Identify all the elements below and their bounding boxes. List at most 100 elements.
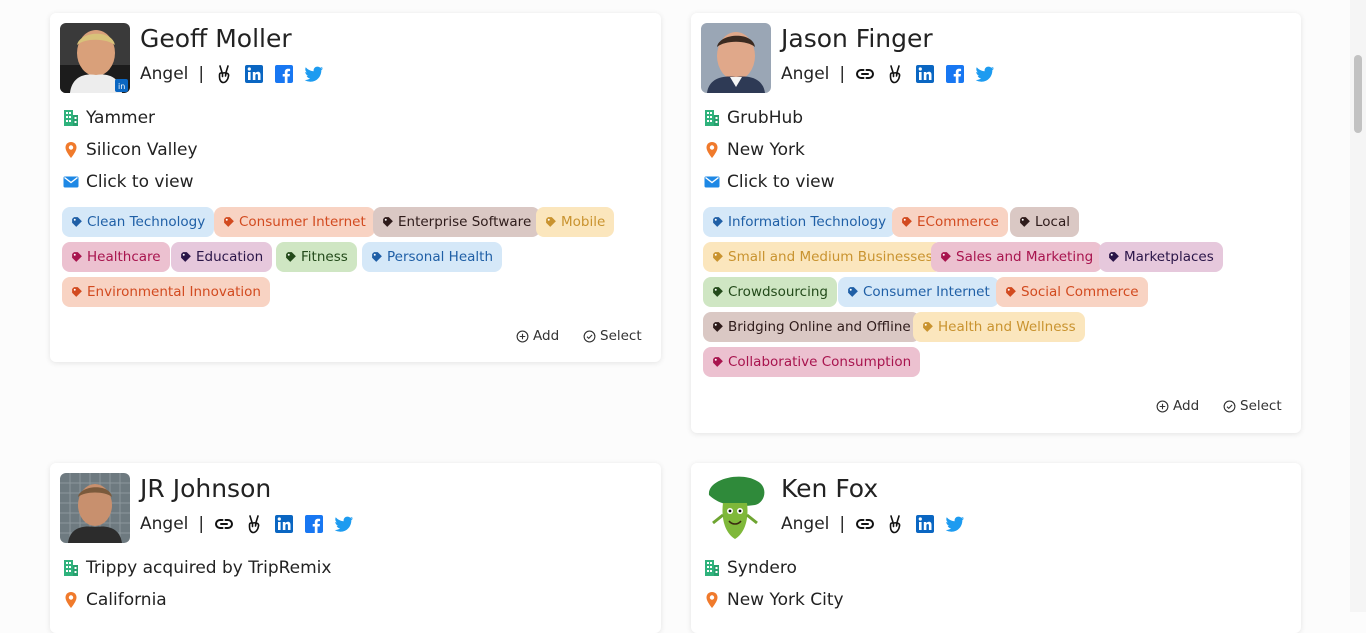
select-label: Select [1240, 398, 1282, 414]
industry-tag[interactable]: Healthcare [62, 242, 170, 272]
tag-icon [71, 286, 83, 298]
tag-label: Consumer Internet [863, 284, 990, 300]
role-line: Angel | [140, 62, 334, 86]
location-name: New York [727, 140, 805, 160]
linkedin-icon[interactable] [915, 64, 935, 84]
linkedin-icon[interactable] [915, 514, 935, 534]
link-icon[interactable] [855, 64, 875, 84]
role-separator: | [198, 64, 205, 84]
industry-tag[interactable]: Personal Health [362, 242, 503, 272]
tag-icon [545, 216, 557, 228]
select-button[interactable]: Select [583, 326, 642, 346]
tag-icon [71, 216, 83, 228]
company-name: Syndero [727, 558, 797, 578]
twitter-icon[interactable] [975, 64, 995, 84]
email-line[interactable]: Click to view [62, 171, 194, 193]
location-line: New York City [703, 589, 844, 611]
linkedin-icon[interactable] [244, 64, 264, 84]
investor-name[interactable]: Ken Fox [781, 474, 878, 503]
tag-icon [180, 251, 192, 263]
avatar[interactable]: in [60, 23, 130, 93]
tag-label: Bridging Online and Offline [728, 319, 911, 335]
role-line: Angel | [781, 62, 1005, 86]
svg-text:in: in [118, 82, 125, 91]
tag-label: Mobile [561, 214, 606, 230]
industry-tag[interactable]: Sales and Marketing [931, 242, 1103, 272]
email-reveal-link[interactable]: Click to view [727, 172, 835, 192]
role-separator: | [839, 64, 846, 84]
facebook-icon[interactable] [945, 64, 965, 84]
industry-tag[interactable]: Fitness [276, 242, 357, 272]
twitter-icon[interactable] [945, 514, 965, 534]
facebook-icon[interactable] [274, 64, 294, 84]
industry-tag[interactable]: Mobile [536, 207, 615, 237]
tag-label: Marketplaces [1124, 249, 1214, 265]
tag-icon [371, 251, 383, 263]
industry-tag[interactable]: Environmental Innovation [62, 277, 270, 307]
link-icon[interactable] [855, 514, 875, 534]
angellist-icon[interactable] [885, 64, 905, 84]
company-line: Syndero [703, 557, 797, 579]
tag-label: Clean Technology [87, 214, 206, 230]
add-button[interactable]: Add [516, 326, 559, 346]
industry-tag[interactable]: Small and Medium Businesses [703, 242, 942, 272]
investor-name[interactable]: Geoff Moller [140, 24, 292, 53]
industry-tag[interactable]: Information Technology [703, 207, 896, 237]
tag-icon [922, 321, 934, 333]
investor-name[interactable]: Jason Finger [781, 24, 933, 53]
industry-tag[interactable]: Collaborative Consumption [703, 347, 921, 377]
industry-tag[interactable]: Education [171, 242, 273, 272]
industry-tag[interactable]: Bridging Online and Offline [703, 312, 920, 342]
industry-tag[interactable]: Clean Technology [62, 207, 215, 237]
company-name: Yammer [86, 108, 156, 128]
industry-tag[interactable]: Consumer Internet [214, 207, 375, 237]
angellist-icon[interactable] [214, 64, 234, 84]
link-icon[interactable] [214, 514, 234, 534]
select-button[interactable]: Select [1223, 396, 1282, 416]
twitter-icon[interactable] [304, 64, 324, 84]
tag-icon [71, 251, 83, 263]
tag-label: Enterprise Software [398, 214, 532, 230]
linkedin-icon[interactable] [274, 514, 294, 534]
tag-label: Social Commerce [1021, 284, 1139, 300]
role-separator: | [198, 514, 205, 534]
avatar[interactable] [701, 473, 771, 543]
investor-card: Ken Fox Angel | Syndero New York City [691, 463, 1301, 633]
industry-tag[interactable]: Consumer Internet [838, 277, 999, 307]
page-scrollbar[interactable] [1350, 0, 1366, 612]
add-button[interactable]: Add [1156, 396, 1199, 416]
angellist-icon[interactable] [244, 514, 264, 534]
industry-tag[interactable]: Local [1010, 207, 1079, 237]
facebook-icon[interactable] [304, 514, 324, 534]
industry-tag[interactable]: Social Commerce [996, 277, 1148, 307]
check-circle-icon [1223, 400, 1236, 413]
tag-icon [382, 216, 394, 228]
investor-name[interactable]: JR Johnson [140, 474, 271, 503]
industry-tag[interactable]: Marketplaces [1099, 242, 1223, 272]
investor-role: Angel [781, 514, 830, 534]
angellist-icon[interactable] [885, 514, 905, 534]
avatar[interactable] [701, 23, 771, 93]
company-name: Trippy acquired by TripRemix [86, 558, 332, 578]
investor-role: Angel [140, 514, 189, 534]
investor-card: Jason Finger Angel | GrubHub New York Cl… [691, 13, 1301, 433]
tag-icon [1019, 216, 1031, 228]
tag-label: Crowdsourcing [728, 284, 828, 300]
industry-tag[interactable]: ECommerce [892, 207, 1008, 237]
industry-tag[interactable]: Health and Wellness [913, 312, 1085, 342]
email-line[interactable]: Click to view [703, 171, 835, 193]
tag-label: Collaborative Consumption [728, 354, 912, 370]
twitter-icon[interactable] [334, 514, 354, 534]
tag-label: Information Technology [728, 214, 887, 230]
avatar[interactable] [60, 473, 130, 543]
industry-tag[interactable]: Enterprise Software [373, 207, 541, 237]
scrollbar-thumb[interactable] [1354, 55, 1362, 133]
investor-role: Angel [140, 64, 189, 84]
tag-icon [285, 251, 297, 263]
company-line: GrubHub [703, 107, 803, 129]
industry-tag[interactable]: Crowdsourcing [703, 277, 837, 307]
tag-icon [847, 286, 859, 298]
location-name: California [86, 590, 167, 610]
email-reveal-link[interactable]: Click to view [86, 172, 194, 192]
tag-icon [712, 286, 724, 298]
